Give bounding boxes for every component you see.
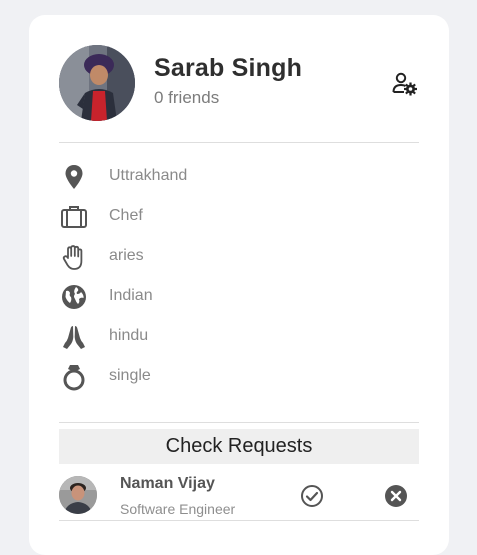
header-divider xyxy=(59,142,419,143)
detail-label: single xyxy=(109,367,151,384)
detail-label: Uttrakhand xyxy=(109,167,188,184)
profile-card: Sarab Singh 0 friends Uttrakhand Chef ar… xyxy=(29,15,449,555)
check-requests-button[interactable]: Check Requests xyxy=(59,429,419,464)
accept-request-icon[interactable] xyxy=(300,484,324,508)
profile-name: Sarab Singh xyxy=(154,54,303,82)
globe-icon xyxy=(59,282,89,312)
detail-label: Chef xyxy=(109,207,143,224)
profile-avatar[interactable] xyxy=(59,45,135,121)
detail-label: Indian xyxy=(109,287,153,304)
request-title: Software Engineer xyxy=(120,501,236,517)
detail-label: aries xyxy=(109,247,144,264)
detail-row-religion: hindu xyxy=(59,322,399,352)
briefcase-icon xyxy=(59,202,89,232)
hand-icon xyxy=(59,242,89,272)
detail-row-nationality: Indian xyxy=(59,282,399,312)
detail-row-zodiac: aries xyxy=(59,242,399,272)
praying-hands-icon xyxy=(59,322,89,352)
reject-request-icon[interactable] xyxy=(384,484,408,508)
detail-label: hindu xyxy=(109,327,149,344)
user-settings-icon[interactable] xyxy=(392,72,418,96)
detail-row-profession: Chef xyxy=(59,202,399,232)
friends-count[interactable]: 0 friends xyxy=(154,88,219,108)
request-avatar[interactable] xyxy=(59,476,97,514)
location-pin-icon xyxy=(59,162,89,192)
detail-row-location: Uttrakhand xyxy=(59,162,399,192)
requests-divider xyxy=(59,422,419,423)
request-item-divider xyxy=(59,520,419,521)
request-name[interactable]: Naman Vijay xyxy=(120,475,215,493)
ring-icon xyxy=(59,362,89,392)
detail-row-relationship: single xyxy=(59,362,399,392)
